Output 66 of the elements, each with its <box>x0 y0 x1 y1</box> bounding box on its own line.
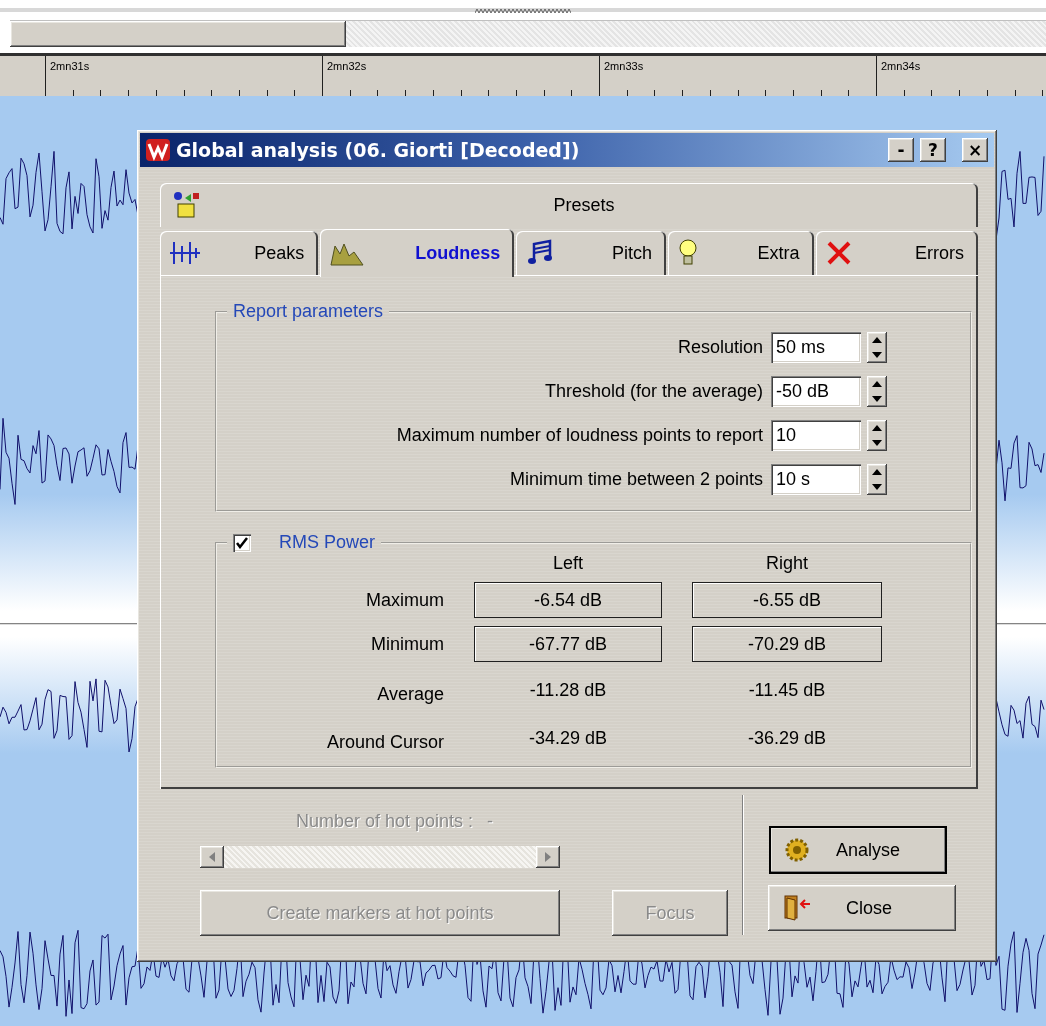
grip-icon <box>475 8 571 14</box>
value-display: -11.28 dB <box>528 678 608 702</box>
spinner-button[interactable] <box>867 376 887 407</box>
spinner-button[interactable] <box>867 332 887 363</box>
up-arrow-icon <box>872 380 882 387</box>
box-icon <box>172 190 202 220</box>
row-label: Minimum <box>370 633 444 655</box>
tab[interactable]: Loudness <box>320 229 515 277</box>
value-display: -36.29 dB <box>746 726 828 750</box>
analyse-button[interactable]: Analyse <box>770 827 946 873</box>
group-legend: RMS Power <box>279 532 376 553</box>
spinner-button[interactable] <box>867 420 887 451</box>
right-arrow-icon <box>545 852 551 862</box>
value-field[interactable]: 10 s <box>771 464 861 495</box>
value-display: -11.45 dB <box>747 678 827 702</box>
value-display: -6.54 dB <box>474 582 662 618</box>
field-label: Threshold (for the average) <box>544 381 763 402</box>
up-arrow-icon <box>872 468 882 475</box>
peaks-icon <box>170 240 200 266</box>
down-arrow-icon <box>872 484 882 491</box>
scroll-thumb[interactable] <box>10 21 346 47</box>
hot-points-label: Number of hot points : <box>296 811 474 832</box>
value-display: -67.77 dB <box>474 626 662 662</box>
cross-icon <box>825 240 852 266</box>
field-label: Maximum number of loudness points to report <box>396 425 763 446</box>
scrollbar[interactable] <box>10 20 1046 47</box>
column-heading: Left <box>552 553 584 574</box>
column-heading: Right <box>765 553 809 574</box>
down-arrow-icon <box>872 352 882 359</box>
row-label: Maximum <box>365 589 444 611</box>
minimize-button[interactable]: - <box>888 138 914 162</box>
tab[interactable]: Errors <box>815 231 978 275</box>
field-label: Resolution <box>677 337 763 358</box>
presets-tab[interactable]: Presets <box>160 183 978 227</box>
group-legend: Report parameters <box>233 301 384 322</box>
row-label: Around Cursor <box>325 730 444 753</box>
value-field[interactable]: 10 <box>771 420 861 451</box>
row-label: Average <box>376 682 444 705</box>
hot-points-value: - <box>487 811 494 832</box>
help-button[interactable]: ? <box>920 138 946 162</box>
value-display: -70.29 dB <box>692 626 882 662</box>
logo-icon <box>146 139 170 161</box>
field-label: Minimum time between 2 points <box>509 469 763 490</box>
hot-points-scrollbar[interactable] <box>200 846 560 868</box>
value-field[interactable]: -50 dB <box>771 376 861 407</box>
down-arrow-icon <box>872 440 882 447</box>
scroll-right-button[interactable] <box>536 846 560 868</box>
up-arrow-icon <box>872 424 882 431</box>
value-display: -6.55 dB <box>692 582 882 618</box>
checkbox[interactable] <box>233 533 251 552</box>
close-button[interactable]: × <box>962 138 988 162</box>
left-arrow-icon <box>209 852 215 862</box>
tab[interactable]: Pitch <box>516 231 666 275</box>
door-exit-icon <box>782 894 812 922</box>
up-arrow-icon <box>872 336 882 343</box>
gear-icon <box>784 837 810 863</box>
spinner-button[interactable] <box>867 464 887 495</box>
value-field[interactable]: 50 ms <box>771 332 861 363</box>
down-arrow-icon <box>872 396 882 403</box>
tab[interactable]: Peaks <box>160 231 319 275</box>
tab[interactable]: Extra <box>668 231 814 275</box>
value-display: -34.29 dB <box>527 726 609 750</box>
scroll-left-button[interactable] <box>200 846 224 868</box>
close-dialog-button[interactable]: Close <box>768 885 956 931</box>
window-title: Global analysis (06. Giorti [Decoded]) <box>176 139 581 161</box>
light-bulb-icon <box>678 239 698 267</box>
